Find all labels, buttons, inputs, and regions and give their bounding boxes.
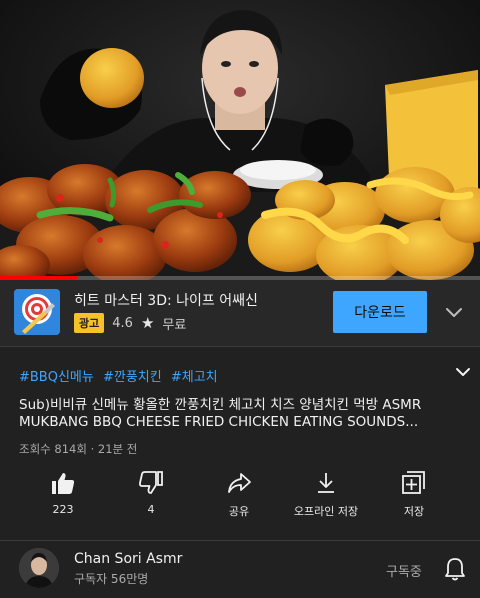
ad-app-icon[interactable]: [14, 289, 60, 335]
ad-title[interactable]: 히트 마스터 3D: 나이프 어쌔신: [74, 290, 258, 310]
ad-rating: 4.6: [112, 315, 133, 331]
offline-save-label: 오프라인 저장: [293, 505, 359, 518]
ad-price: 무료: [162, 317, 187, 333]
subscriber-count: 구독자 56만명: [74, 572, 149, 586]
share-icon: [228, 473, 251, 493]
thumbs-down-icon: [139, 471, 163, 494]
view-stats: 조회수 814회 · 21분 전: [19, 442, 138, 456]
download-button[interactable]: 다운로드: [333, 291, 427, 333]
video-player[interactable]: [0, 0, 480, 280]
channel-row[interactable]: Chan Sori Asmr 구독자 56만명 구독중: [0, 541, 480, 598]
ad-meta: 광고 4.6 ★ 무료: [74, 313, 186, 333]
offline-save-button[interactable]: 오프라인 저장: [288, 470, 364, 522]
add-to-playlist-icon: [402, 471, 425, 494]
video-thumbnail: [0, 0, 480, 280]
video-title-line-1[interactable]: Sub)비비큐 신메뉴 황올한 깐풍치킨 체고치 치즈 양념치킨 먹방 ASMR: [19, 393, 421, 413]
bell-icon[interactable]: [443, 556, 467, 582]
share-button[interactable]: 공유: [201, 470, 277, 522]
dislike-button[interactable]: 4: [113, 470, 189, 522]
ad-badge: 광고: [74, 313, 105, 333]
video-title-line-2[interactable]: MUKBANG BBQ CHEESE FRIED CHICKEN EATING …: [19, 414, 418, 430]
save-label: 저장: [403, 505, 425, 518]
expand-description-chevron-icon[interactable]: [454, 363, 472, 381]
action-bar: 223 4 공유 오프라인 저장 저장: [0, 470, 480, 526]
like-count: 223: [52, 503, 74, 516]
hashtag-link[interactable]: #체고치: [171, 370, 218, 385]
save-to-playlist-button[interactable]: 저장: [376, 470, 452, 522]
dislike-count: 4: [147, 503, 155, 516]
divider: [0, 346, 480, 347]
share-label: 공유: [228, 505, 250, 518]
ad-banner[interactable]: 히트 마스터 3D: 나이프 어쌔신 광고 4.6 ★ 무료 다운로드: [0, 280, 480, 346]
star-icon: ★: [140, 314, 155, 332]
chevron-down-icon[interactable]: [444, 302, 464, 322]
channel-name[interactable]: Chan Sori Asmr: [74, 551, 182, 567]
hashtag-link[interactable]: #BBQ신메뉴: [19, 370, 94, 385]
like-button[interactable]: 223: [25, 470, 101, 522]
thumbs-up-icon: [52, 473, 75, 494]
hashtag-list: #BBQ신메뉴 #깐풍치킨 #체고치: [19, 366, 223, 385]
download-icon: [318, 473, 334, 493]
subscribed-button[interactable]: 구독중: [386, 561, 422, 580]
channel-avatar[interactable]: [19, 548, 59, 588]
hashtag-link[interactable]: #깐풍치킨: [103, 370, 162, 385]
